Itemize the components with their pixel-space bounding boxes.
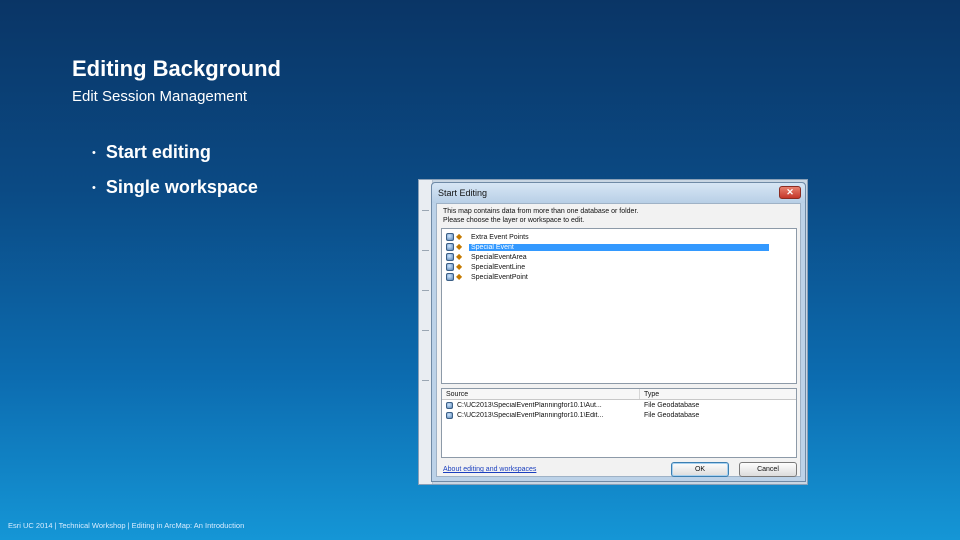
ok-button[interactable]: OK [671,462,729,477]
type-cell: File Geodatabase [644,401,700,409]
source-text: C:\UC2013\SpecialEventPlanningfor10.1\Ed… [457,411,604,419]
slide-subtitle: Edit Session Management [72,88,248,105]
bullet-item: • Start editing [92,142,258,163]
table-row[interactable]: C:\UC2013\SpecialEventPlanningfor10.1\Au… [442,400,796,410]
type-cell: File Geodatabase [644,411,700,419]
help-link[interactable]: About editing and workspaces [443,466,536,473]
database-icon [446,411,453,419]
bullet-text: Single workspace [105,177,258,197]
bullet-item: • Single workspace [92,177,258,198]
source-cell: C:\UC2013\SpecialEventPlanningfor10.1\Au… [442,401,640,409]
dialog-message: This map contains data from more than on… [443,207,783,225]
bullet-icon: • [92,181,96,194]
source-text: C:\UC2013\SpecialEventPlanningfor10.1\Au… [457,401,602,409]
database-icon [446,401,453,409]
column-header-type[interactable]: Type [640,389,796,399]
layer-icon: ◆ [456,232,463,241]
layer-icon: ◆ [456,252,463,261]
list-item-label: SpecialEventArea [471,253,527,261]
dialog-body: This map contains data from more than on… [436,203,801,477]
start-editing-dialog: Start Editing ✕ This map contains data f… [431,182,806,482]
database-icon [446,233,454,241]
list-item[interactable]: ◆ SpecialEventArea [446,252,776,262]
bullet-list: • Start editing • Single workspace [92,142,258,212]
slide-title: Editing Background [72,56,281,81]
list-item-label: SpecialEventPoint [471,273,528,281]
dialog-titlebar[interactable]: Start Editing [432,183,805,203]
dialog-title: Start Editing [438,188,488,198]
list-item-label: Extra Event Points [471,233,529,241]
close-icon: ✕ [786,187,794,197]
cancel-button[interactable]: Cancel [739,462,797,477]
close-button[interactable]: ✕ [779,186,801,199]
slide-footer: Esri UC 2014 | Technical Workshop | Edit… [8,521,245,530]
source-table: Source Type C:\UC2013\SpecialEventPlanni… [441,388,797,458]
strip-mark [422,380,429,381]
database-icon [446,253,454,261]
layer-icon: ◆ [456,262,463,271]
list-item-label: SpecialEventLine [471,263,526,271]
list-item[interactable]: ◆ Special Event [446,242,776,252]
message-line: Please choose the layer or workspace to … [443,217,585,224]
bullet-text: Start editing [105,142,211,162]
message-line: This map contains data from more than on… [443,208,639,215]
table-row[interactable]: C:\UC2013\SpecialEventPlanningfor10.1\Ed… [442,410,796,420]
layer-icon: ◆ [456,242,463,251]
database-icon [446,263,454,271]
strip-mark [422,330,429,331]
table-header: Source Type [442,389,796,400]
strip-mark [422,290,429,291]
layer-icon: ◆ [456,272,463,281]
database-icon [446,243,454,251]
column-header-source[interactable]: Source [442,389,640,399]
list-item[interactable]: ◆ Extra Event Points [446,232,776,242]
list-item[interactable]: ◆ SpecialEventLine [446,262,776,272]
layer-list[interactable]: ◆ Extra Event Points ◆ Special Event ◆ S… [441,228,797,384]
dialog-screenshot: Start Editing ✕ This map contains data f… [418,179,808,485]
list-item[interactable]: ◆ SpecialEventPoint [446,272,776,282]
strip-mark [422,210,429,211]
list-item-label: Special Event [469,243,769,251]
bullet-icon: • [92,146,96,159]
strip-mark [422,250,429,251]
source-cell: C:\UC2013\SpecialEventPlanningfor10.1\Ed… [442,411,640,419]
database-icon [446,273,454,281]
